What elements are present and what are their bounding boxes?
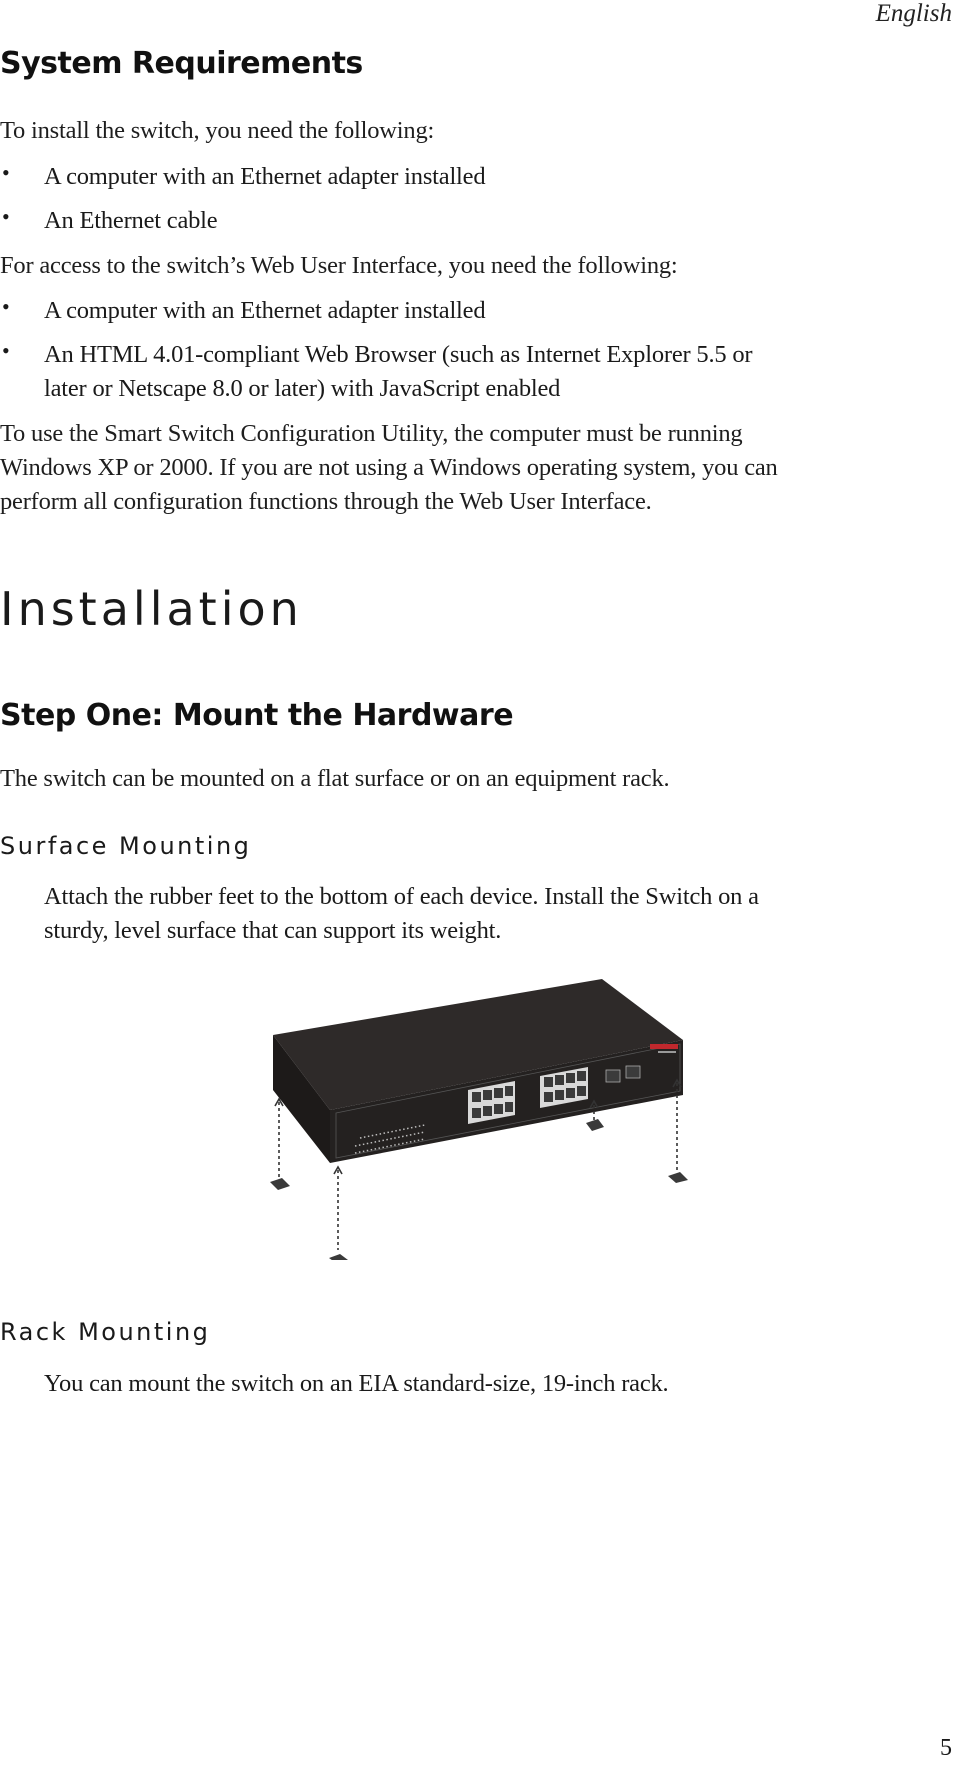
bullet-icon: • [2, 204, 10, 229]
list-item-continuation: later or Netscape 8.0 or later) with Jav… [44, 375, 561, 402]
bullet-icon: • [2, 294, 10, 319]
web-intro: For access to the switch’s Web User Inte… [0, 252, 678, 279]
rubber-foot [270, 1178, 290, 1190]
page-number: 5 [940, 1735, 952, 1761]
rack-mounting-text: You can mount the switch on an EIA stand… [44, 1370, 669, 1397]
utility-paragraph-line: To use the Smart Switch Configuration Ut… [0, 420, 743, 447]
surface-mounting-text: sturdy, level surface that can support i… [44, 917, 502, 944]
list-item: An Ethernet cable [44, 207, 218, 234]
bullet-icon: • [2, 160, 10, 185]
install-intro: To install the switch, you need the foll… [0, 117, 435, 144]
switch-illustration [270, 979, 688, 1263]
step-one-heading: Step One: Mount the Hardware [0, 698, 514, 733]
rubber-foot [586, 1119, 604, 1131]
list-item: An HTML 4.01-compliant Web Browser (such… [44, 341, 753, 368]
rubber-foot [668, 1172, 688, 1183]
surface-mounting-heading: Surface Mounting [0, 832, 252, 860]
utility-paragraph-line: perform all configuration functions thro… [0, 488, 652, 515]
list-item: A computer with an Ethernet adapter inst… [44, 163, 486, 190]
rubber-foot [329, 1254, 348, 1263]
rack-mounting-heading: Rack Mounting [0, 1318, 211, 1346]
installation-heading: Installation [0, 582, 303, 636]
switch-mounting-figure [230, 960, 710, 1263]
language-label: English [875, 0, 952, 27]
surface-mounting-text: Attach the rubber feet to the bottom of … [44, 883, 759, 910]
brand-logo [650, 1044, 678, 1049]
bullet-icon: • [2, 338, 10, 363]
step-one-intro: The switch can be mounted on a flat surf… [0, 765, 670, 792]
utility-paragraph-line: Windows XP or 2000. If you are not using… [0, 454, 778, 481]
list-item: A computer with an Ethernet adapter inst… [44, 297, 486, 324]
system-requirements-heading: System Requirements [0, 46, 363, 81]
